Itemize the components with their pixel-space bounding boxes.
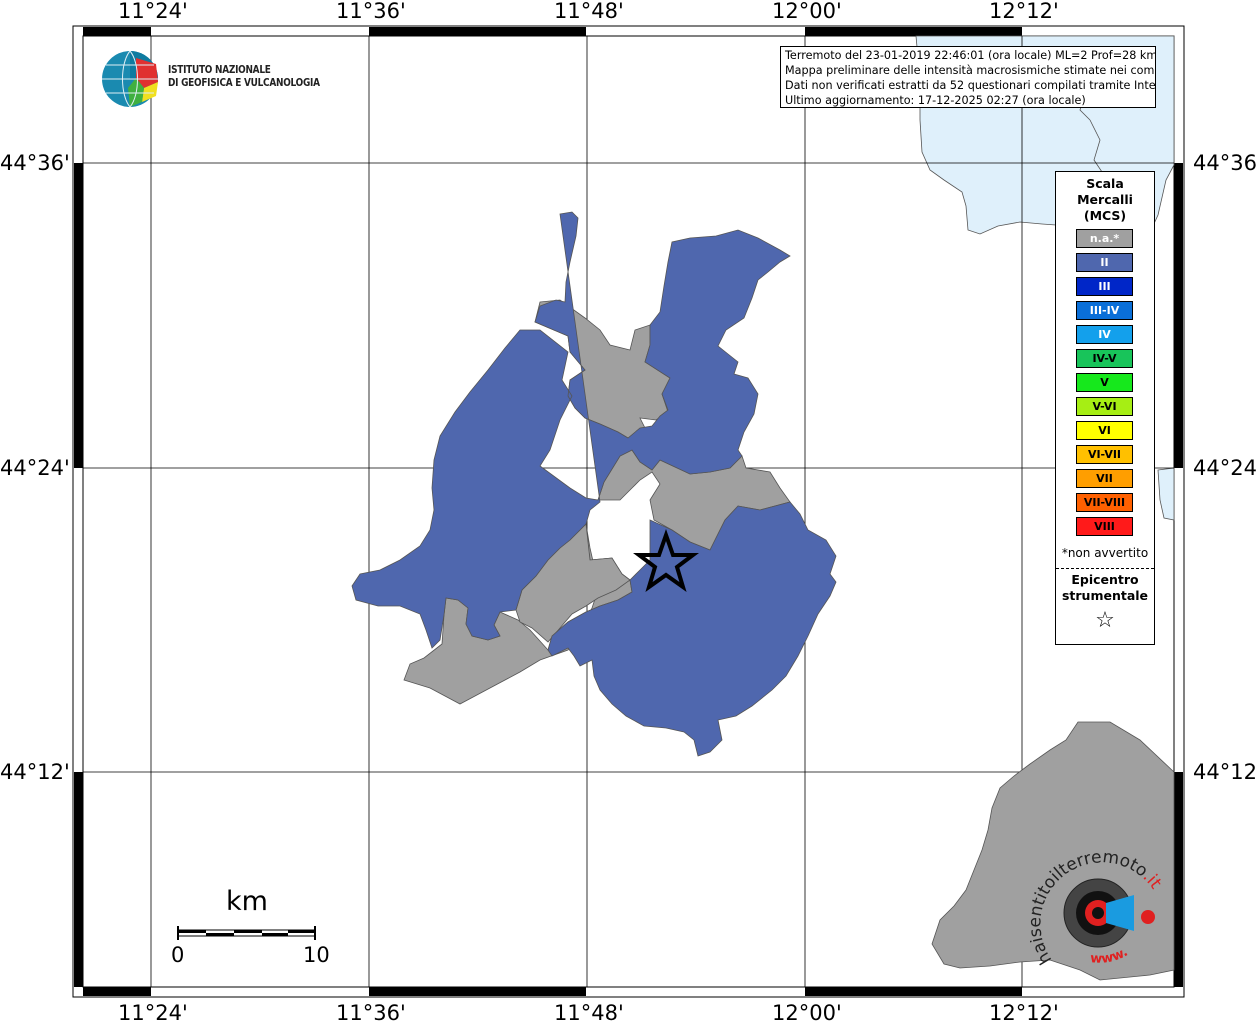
event-info-box: Terremoto del 23-01-2019 22:46:01 (ora l… [780,46,1156,108]
lon-label-bottom: 11°48' [554,1001,624,1025]
lon-label-bottom: 12°12' [989,1001,1059,1025]
haisentito-watermark: haisentitoilterremoto.it www. [1030,850,1166,968]
legend-item: V-VI [1076,397,1133,416]
legend-item: IV-V [1076,349,1133,368]
legend-item: III-IV [1076,301,1133,320]
legend-epicenter-label: Epicentro strumentale [1056,572,1154,604]
institute-name-line2: DI GEOFISICA E VULCANOLOGIA [168,77,320,89]
event-info-line: Dati non verificati estratti da 52 quest… [785,79,1156,92]
event-info-line: Terremoto del 23-01-2019 22:46:01 (ora l… [785,49,1156,62]
lat-label-right: 44°36' [1193,151,1257,175]
legend-item: n.a.* [1076,229,1133,248]
legend-item: VI [1076,421,1133,440]
legend-item: III [1076,277,1133,296]
scale-start: 0 [171,943,185,967]
lat-label-left: 44°24' [0,456,70,480]
legend-epicenter-line: Epicentro [1071,572,1139,587]
lon-label-top: 11°36' [336,0,406,23]
ingv-globe-icon [102,50,158,108]
legend-title-line: (MCS) [1083,208,1127,223]
institute-name-line1: ISTITUTO NAZIONALE [168,64,271,76]
legend-item: VII [1076,469,1133,488]
legend-note: *non avvertito [1061,546,1149,560]
legend-item: V [1076,373,1133,392]
lat-label-left: 44°36' [0,151,70,175]
lon-label-top: 12°00' [772,0,842,23]
lon-label-top: 11°24' [118,0,188,23]
legend-item: VI-VII [1076,445,1133,464]
legend-title-line: Mercalli [1077,192,1133,207]
lon-label-top: 11°48' [554,0,624,23]
legend-item: IV [1076,325,1133,344]
event-info-line: Ultimo aggiornamento: 17-12-2025 02:27 (… [785,94,1086,107]
lon-label-bottom: 12°00' [772,1001,842,1025]
scale-end: 10 [303,943,330,967]
legend-item: VIII [1076,517,1133,536]
scale-unit: km [226,886,268,917]
legend-item: VII-VIII [1076,493,1133,512]
star-icon: ☆ [1095,608,1115,633]
watermark-text-main: haisentitoilterremoto.it [1030,850,1166,968]
institute-name: ISTITUTO NAZIONALE DI GEOFISICA E VULCAN… [168,64,320,90]
legend-item: II [1076,253,1133,272]
legend-title-line: Scala [1086,176,1124,191]
lat-label-right: 44°12' [1193,760,1257,784]
lat-label-right: 44°24' [1193,456,1257,480]
lon-label-top: 12°12' [989,0,1059,23]
lat-label-left: 44°12' [0,760,70,784]
lon-label-bottom: 11°36' [336,1001,406,1025]
watermark-text-www: www. [1090,945,1131,967]
mcs-legend: Scala Mercalli (MCS) n.a.* II III III-IV IV I… [1055,171,1155,645]
legend-title: Scala Mercalli (MCS) [1056,176,1154,224]
event-info-line: Mappa preliminare delle intensità macros… [785,64,1156,77]
legend-divider [1056,568,1154,569]
legend-epicenter-line: strumentale [1061,588,1149,603]
lon-label-bottom: 11°24' [118,1001,188,1025]
